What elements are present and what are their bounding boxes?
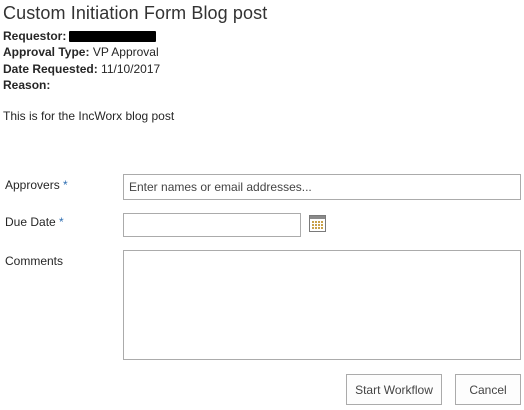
approvers-label: Approvers * (5, 178, 68, 192)
due-date-label: Due Date * (5, 215, 64, 229)
start-workflow-button[interactable]: Start Workflow (346, 374, 442, 405)
requestor-row: Requestor: (3, 29, 157, 43)
date-requested-value: 11/10/2017 (101, 62, 161, 76)
approvers-label-text: Approvers (5, 178, 60, 192)
date-requested-row: Date Requested: 11/10/2017 (3, 62, 160, 76)
approval-type-label: Approval Type: (3, 45, 90, 59)
redacted-requestor-name (69, 31, 157, 43)
requestor-label: Requestor: (3, 29, 67, 43)
reason-label: Reason: (3, 78, 51, 92)
approval-type-value: VP Approval (92, 45, 159, 59)
due-date-label-text: Due Date (5, 215, 56, 229)
reason-row: Reason: (3, 78, 50, 92)
comments-label: Comments (5, 254, 64, 268)
cancel-button[interactable]: Cancel (455, 374, 521, 405)
calendar-icon[interactable] (309, 215, 326, 232)
page-title: Custom Initiation Form Blog post (3, 3, 268, 23)
approvers-input[interactable] (123, 174, 521, 200)
approval-type-row: Approval Type: VP Approval (3, 45, 159, 59)
required-marker: * (63, 178, 68, 192)
date-requested-label: Date Requested: (3, 62, 98, 76)
comments-textarea[interactable] (123, 250, 521, 360)
due-date-input[interactable] (123, 213, 301, 237)
required-marker: * (59, 215, 64, 229)
reason-value: This is for the IncWorx blog post (3, 109, 175, 123)
